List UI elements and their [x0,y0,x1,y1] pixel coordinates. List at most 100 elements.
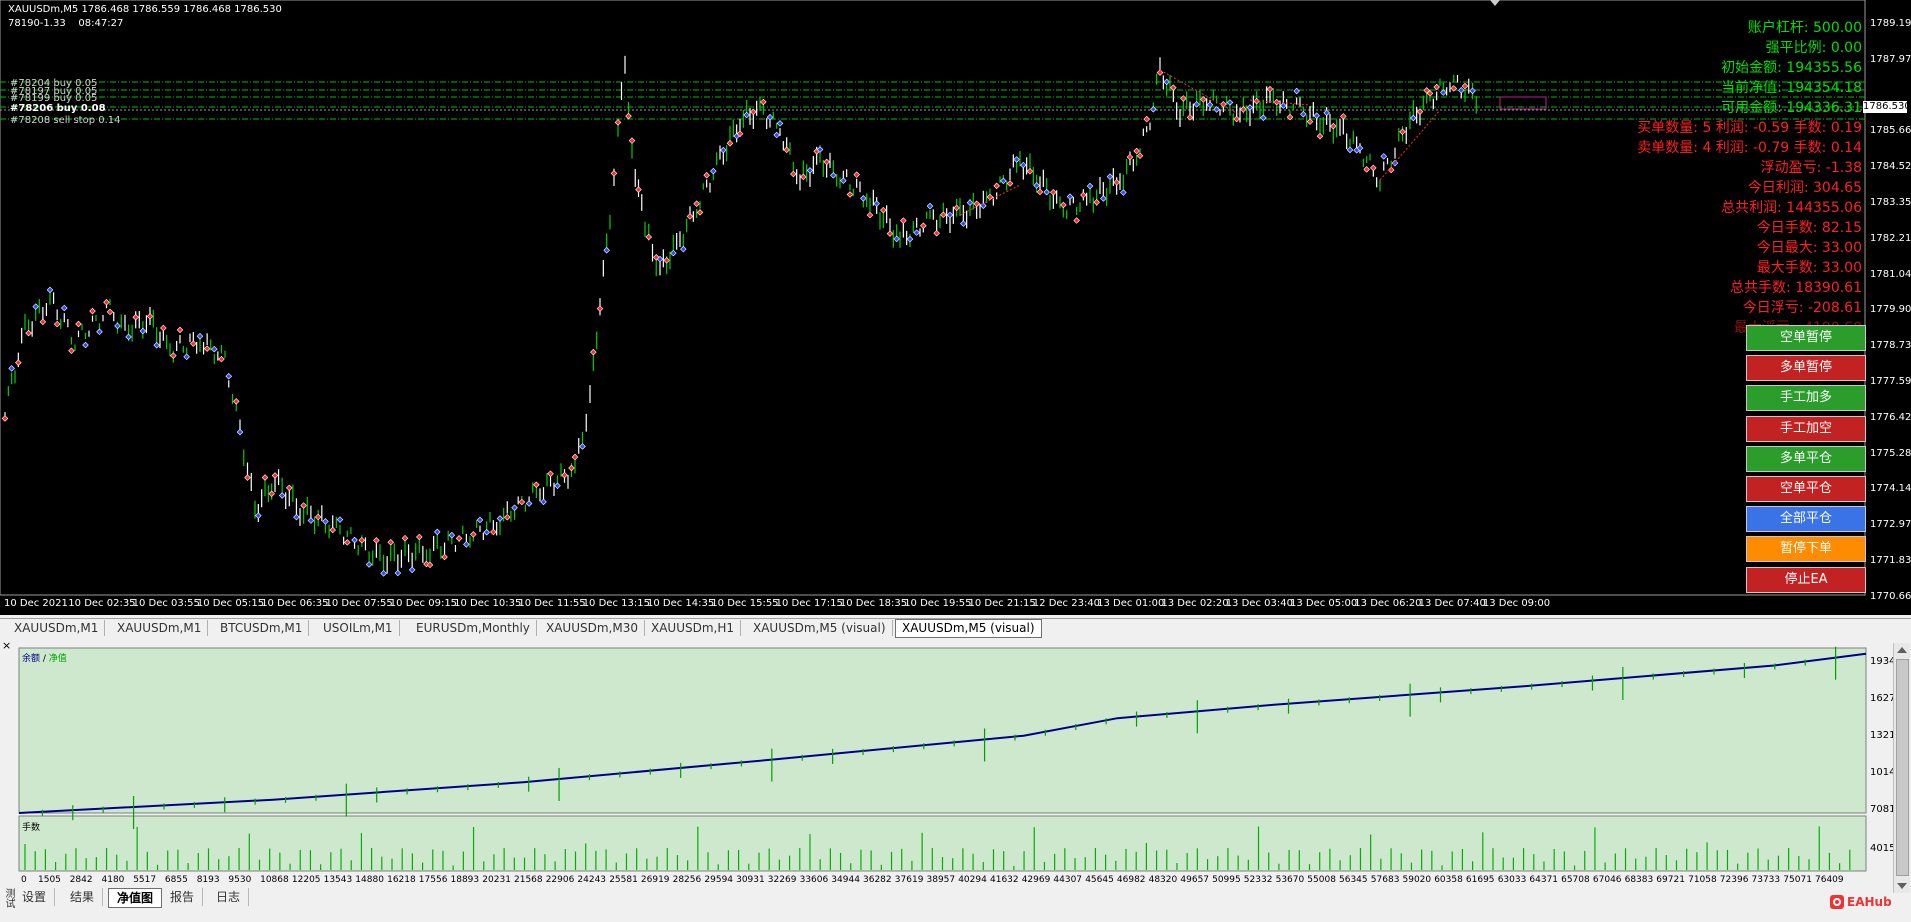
trade-marker [696,209,704,216]
trade-marker [394,569,402,577]
trade-marker [236,428,244,436]
trade-marker [1066,193,1074,200]
legend-balance: 余额 [22,654,41,664]
chart-tab[interactable]: XAUUSDm,H1 [645,620,742,636]
shift-marker-icon[interactable] [1490,0,1500,6]
equity-x-tick-label: 73733 [1751,875,1781,885]
vertical-scrollbar[interactable] [1893,643,1910,893]
equity-x-tick-label: 8193 [196,875,220,885]
scroll-down-icon[interactable] [1897,883,1907,889]
trade-link-line [1159,69,1241,116]
trade-marker [840,177,847,184]
trade-marker [873,200,880,207]
price-tick-label: 1771.830 [1870,555,1911,566]
chart-tab[interactable]: XAUUSDm,M5 (visual) [895,619,1042,638]
trade-marker [232,398,240,405]
tester-tab[interactable]: 设置 [14,888,56,906]
trade-marker [1330,122,1337,130]
trade-marker [1226,99,1234,106]
trade-marker [1370,164,1377,172]
ea-button[interactable]: 手工加空 [1746,415,1866,442]
account-number: 78190-1.33 [8,18,66,29]
price-chart[interactable]: XAUUSDm,M5 1786.468 1786.559 1786.468 17… [0,0,1911,615]
trade-marker [579,443,586,450]
time-tick-label: 10 Dec 2021 [4,598,68,609]
chart-tab[interactable]: XAUUSDm,M1 [8,620,106,636]
equity-x-tick-label: 44307 [1053,875,1083,885]
stat-line: 今日最大: 33.00 [1756,240,1862,256]
stat-line: 今日浮亏: -208.61 [1742,300,1862,316]
ea-button[interactable]: 空单暂停 [1746,325,1866,351]
trade-marker [693,200,700,207]
chart-tab[interactable]: EURUSDm,Monthly [410,620,537,636]
trade-marker [1461,82,1469,90]
ea-button[interactable]: 空单平仓 [1746,476,1866,502]
ea-button[interactable]: 全部平仓 [1746,506,1866,533]
trade-marker [278,492,286,499]
chart-tab[interactable]: XAUUSDm,M5 (visual) [747,620,893,636]
trade-marker [196,333,204,340]
trade-marker [1316,132,1324,140]
trade-marker [946,211,954,219]
trade-marker [125,333,132,341]
trade-marker [1346,146,1354,154]
ea-button[interactable]: 停止EA [1746,566,1866,593]
scroll-thumb[interactable] [1896,659,1909,876]
trade-marker [986,193,994,201]
trade-marker [1136,152,1144,159]
ea-button[interactable]: 暂停下单 [1746,536,1866,563]
trade-marker [448,531,456,539]
trade-marker [387,539,394,546]
trade-marker [1143,115,1150,123]
equity-x-tick-label: 41632 [990,875,1019,885]
equity-x-tick-label: 53670 [1275,875,1305,885]
chart-tab[interactable]: BTCUSDm,M1 [214,620,310,636]
tester-tab[interactable]: 报告 [162,888,204,906]
equity-x-tick-label: 60358 [1434,875,1463,885]
price-tick-label: 1777.590 [1870,376,1911,387]
equity-x-tick-label: 18893 [450,875,480,885]
stat-line: 当前净值: 194354.18 [1721,80,1862,96]
time-tick-label: 10 Dec 02:35 [68,598,136,609]
ea-button[interactable]: 多单暂停 [1746,355,1866,382]
scroll-up-icon[interactable] [1897,647,1907,653]
close-icon[interactable]: × [2,639,11,652]
trade-marker [351,536,358,544]
equity-x-tick-label: 24243 [577,875,607,885]
chart-tab[interactable]: XAUUSDm,M30 [540,620,645,636]
order-label: #78206 buy 0.08 [10,103,106,114]
tester-tab[interactable]: 结果 [62,888,104,906]
trade-marker [476,516,484,524]
trade-marker [900,217,907,224]
trade-marker [1440,89,1447,96]
trade-marker [1133,147,1140,155]
trade-marker [533,481,540,489]
trade-marker [966,199,974,206]
ea-button[interactable]: 多单平仓 [1746,445,1866,472]
chart-tab[interactable]: XAUUSDm,M1 [111,620,209,636]
equity-x-tick-label: 5517 [133,875,157,885]
trade-marker [46,286,54,294]
trade-marker [806,167,814,174]
price-tick-label: 1772.970 [1870,519,1911,531]
equity-x-tick-label: 1505 [38,875,61,885]
trade-marker [176,326,184,334]
order-label: #78208 sell stop 0.14 [10,115,121,126]
tester-tab[interactable]: 日志 [208,888,250,906]
ea-button[interactable]: 手工加多 [1746,385,1866,412]
trade-marker [720,146,727,154]
stat-line: 总共利润: 144355.06 [1721,200,1862,216]
trade-marker [358,536,366,544]
trade-marker [1163,78,1170,86]
time-tick-label: 10 Dec 03:55 [132,598,200,609]
trade-marker [1410,114,1417,122]
trade-marker [1387,166,1395,174]
trade-marker [1220,101,1227,108]
tester-tab[interactable]: 净值图 [108,888,163,908]
trade-marker [776,120,784,127]
time-tick-label: 13 Dec 05:00 [1290,598,1358,609]
chart-tab[interactable]: USOILm,M1 [317,620,400,636]
time-tick-label: 10 Dec 19:55 [904,598,972,609]
trade-marker [1280,102,1287,109]
equity-x-tick-label: 33606 [799,875,829,885]
